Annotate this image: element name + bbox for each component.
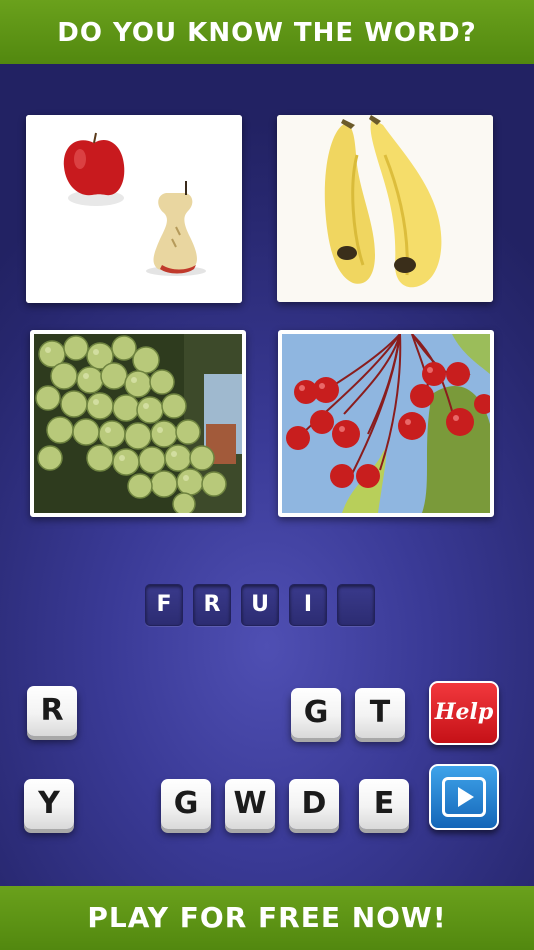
- picture-apple[interactable]: [26, 115, 242, 303]
- play-free-cta: PLAY FOR FREE NOW!: [87, 901, 447, 934]
- letter-tile[interactable]: G: [291, 688, 341, 738]
- letter-tile[interactable]: E: [359, 779, 409, 829]
- help-button[interactable]: Help: [429, 681, 499, 745]
- grapes-image: [34, 334, 242, 513]
- play-icon: [442, 777, 486, 817]
- answer-slot[interactable]: I: [289, 584, 327, 626]
- letter-tile[interactable]: G: [161, 779, 211, 829]
- banana-image: [277, 115, 493, 302]
- picture-grapes[interactable]: [30, 330, 246, 517]
- banner-title: DO YOU KNOW THE WORD?: [57, 18, 477, 48]
- letter-tile[interactable]: T: [355, 688, 405, 738]
- top-banner: DO YOU KNOW THE WORD?: [0, 0, 534, 64]
- help-button-label: Help: [434, 699, 494, 725]
- bottom-banner[interactable]: PLAY FOR FREE NOW!: [0, 886, 534, 950]
- answer-slot[interactable]: U: [241, 584, 279, 626]
- letter-tile[interactable]: Y: [24, 779, 74, 829]
- answer-slot[interactable]: F: [145, 584, 183, 626]
- play-button[interactable]: [429, 764, 499, 830]
- letter-tile[interactable]: W: [225, 779, 275, 829]
- berries-image: [282, 334, 490, 513]
- answer-slot-empty[interactable]: [337, 584, 375, 626]
- answer-slot[interactable]: R: [193, 584, 231, 626]
- apple-image: [26, 115, 242, 303]
- picture-berries[interactable]: [278, 330, 494, 517]
- letter-tile[interactable]: R: [27, 686, 77, 736]
- picture-bananas[interactable]: [277, 115, 493, 302]
- letter-tile[interactable]: D: [289, 779, 339, 829]
